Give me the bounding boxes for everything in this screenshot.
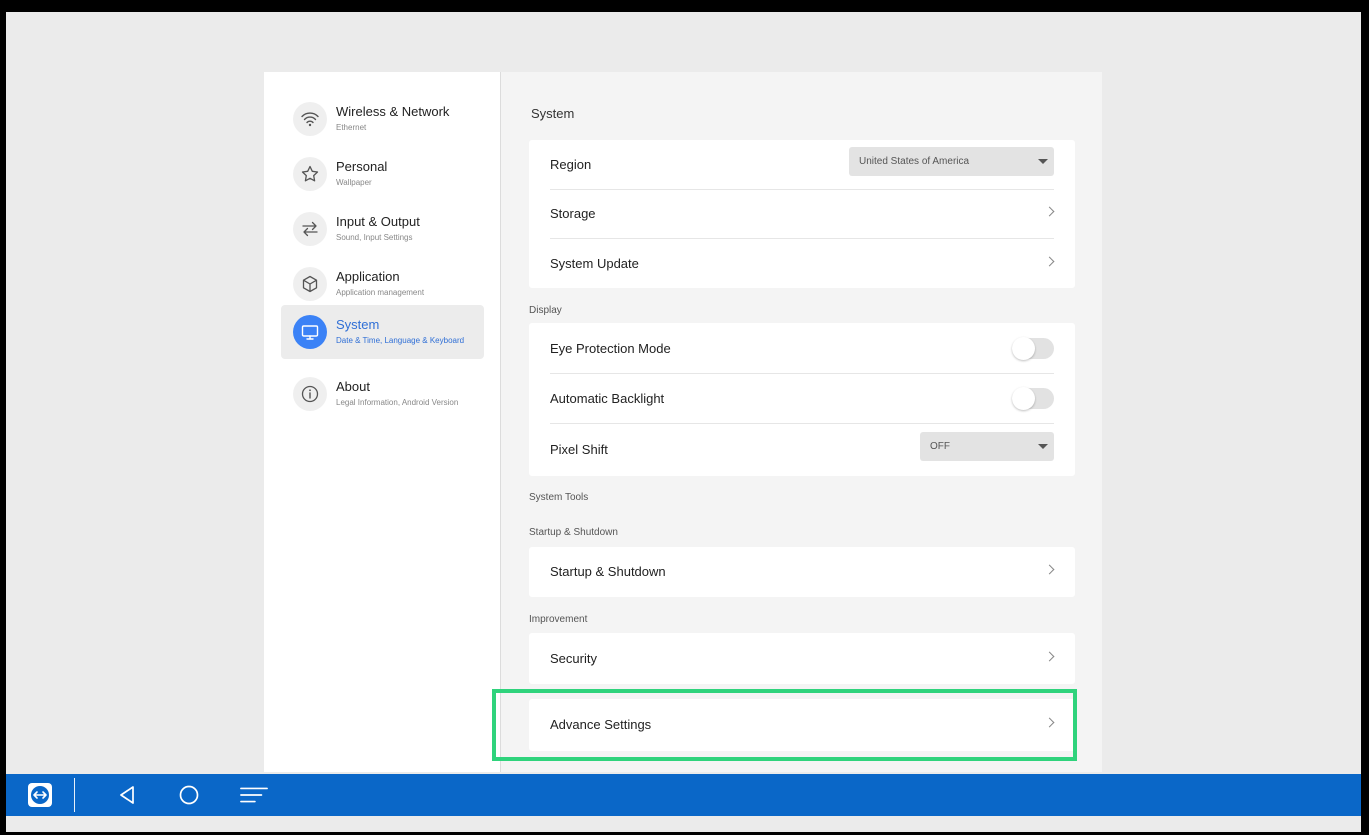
display-card: Eye Protection Mode Automatic Backlight … (529, 323, 1075, 476)
sidebar-item-title: About (336, 379, 370, 394)
region-row: Region United States of America (529, 140, 1075, 190)
chevron-right-icon (1044, 651, 1055, 662)
region-value: United States of America (859, 156, 970, 167)
page-title: System (531, 106, 575, 121)
sidebar: Wireless & Network Ethernet Personal Wal… (264, 72, 500, 772)
sidebar-item-personal[interactable]: Personal Wallpaper (281, 147, 484, 201)
eye-protection-toggle[interactable] (1012, 337, 1054, 360)
sidebar-item-subtitle: Ethernet (336, 123, 367, 132)
pixel-shift-value: OFF (930, 441, 950, 452)
teamviewer-icon[interactable] (26, 781, 54, 809)
cube-icon (293, 267, 327, 301)
startup-shutdown-label: Startup & Shutdown (550, 564, 666, 579)
automatic-backlight-label: Automatic Backlight (550, 391, 665, 406)
system-settings-content: System Region United States of America S… (501, 72, 1102, 772)
pixel-shift-label: Pixel Shift (550, 442, 608, 457)
storage-label: Storage (550, 206, 596, 221)
toggle-knob (1012, 337, 1035, 360)
system-update-label: System Update (550, 256, 639, 271)
sidebar-item-subtitle: Application management (336, 288, 425, 297)
caret-down-icon (1038, 159, 1048, 164)
taskbar (6, 774, 1361, 816)
pixel-shift-row: Pixel Shift OFF (529, 425, 1075, 475)
chevron-right-icon (1044, 256, 1055, 267)
startup-section-label: Startup & Shutdown (529, 527, 618, 538)
startup-card: Startup & Shutdown (529, 547, 1075, 597)
security-row[interactable]: Security (529, 634, 1075, 684)
startup-shutdown-row[interactable]: Startup & Shutdown (529, 547, 1075, 597)
region-dropdown[interactable]: United States of America (849, 147, 1054, 176)
wifi-icon (293, 102, 327, 136)
row-divider (550, 423, 1054, 424)
advance-settings-highlight (492, 689, 1077, 761)
sidebar-item-subtitle: Wallpaper (336, 178, 372, 187)
region-label: Region (550, 157, 592, 172)
display-section-label: Display (529, 305, 562, 316)
storage-row[interactable]: Storage (529, 189, 1075, 239)
sidebar-item-input-output[interactable]: Input & Output Sound, Input Settings (281, 202, 484, 256)
sidebar-item-wireless-network[interactable]: Wireless & Network Ethernet (281, 92, 484, 146)
sidebar-item-subtitle: Legal Information, Android Version (336, 398, 459, 407)
sidebar-item-about[interactable]: About Legal Information, Android Version (281, 367, 484, 421)
home-icon[interactable] (175, 781, 203, 809)
system-update-row[interactable]: System Update (529, 239, 1075, 289)
sidebar-item-title: Personal (336, 159, 388, 174)
chevron-right-icon (1044, 564, 1055, 575)
sidebar-item-title: Wireless & Network (336, 104, 450, 119)
sidebar-item-subtitle: Date & Time, Language & Keyboard (336, 336, 465, 345)
improvement-section-label: Improvement (529, 614, 588, 625)
security-label: Security (550, 651, 597, 666)
sidebar-item-system[interactable]: System Date & Time, Language & Keyboard (281, 305, 484, 359)
menu-icon[interactable] (240, 781, 268, 809)
chevron-right-icon (1044, 206, 1055, 217)
toggle-knob (1012, 387, 1035, 410)
info-icon (293, 377, 327, 411)
taskbar-separator (74, 778, 75, 812)
monitor-icon (293, 315, 327, 349)
back-icon[interactable] (113, 781, 141, 809)
caret-down-icon (1038, 444, 1048, 449)
settings-panel: Wireless & Network Ethernet Personal Wal… (264, 72, 1102, 772)
star-icon (293, 157, 327, 191)
automatic-backlight-row: Automatic Backlight (529, 374, 1075, 424)
eye-protection-label: Eye Protection Mode (550, 341, 671, 356)
system-tools-section-label: System Tools (529, 492, 589, 503)
sidebar-item-application[interactable]: Application Application management (281, 257, 484, 311)
eye-protection-row: Eye Protection Mode (529, 324, 1075, 374)
sidebar-item-title: Application (336, 269, 400, 284)
sidebar-item-subtitle: Sound, Input Settings (336, 233, 413, 242)
swap-arrows-icon (293, 212, 327, 246)
pixel-shift-dropdown[interactable]: OFF (920, 432, 1054, 461)
sidebar-item-title: System (336, 317, 380, 332)
automatic-backlight-toggle[interactable] (1012, 387, 1054, 410)
improvement-card: Security (529, 633, 1075, 684)
sidebar-item-title: Input & Output (336, 214, 420, 229)
system-card: Region United States of America Storage … (529, 140, 1075, 288)
